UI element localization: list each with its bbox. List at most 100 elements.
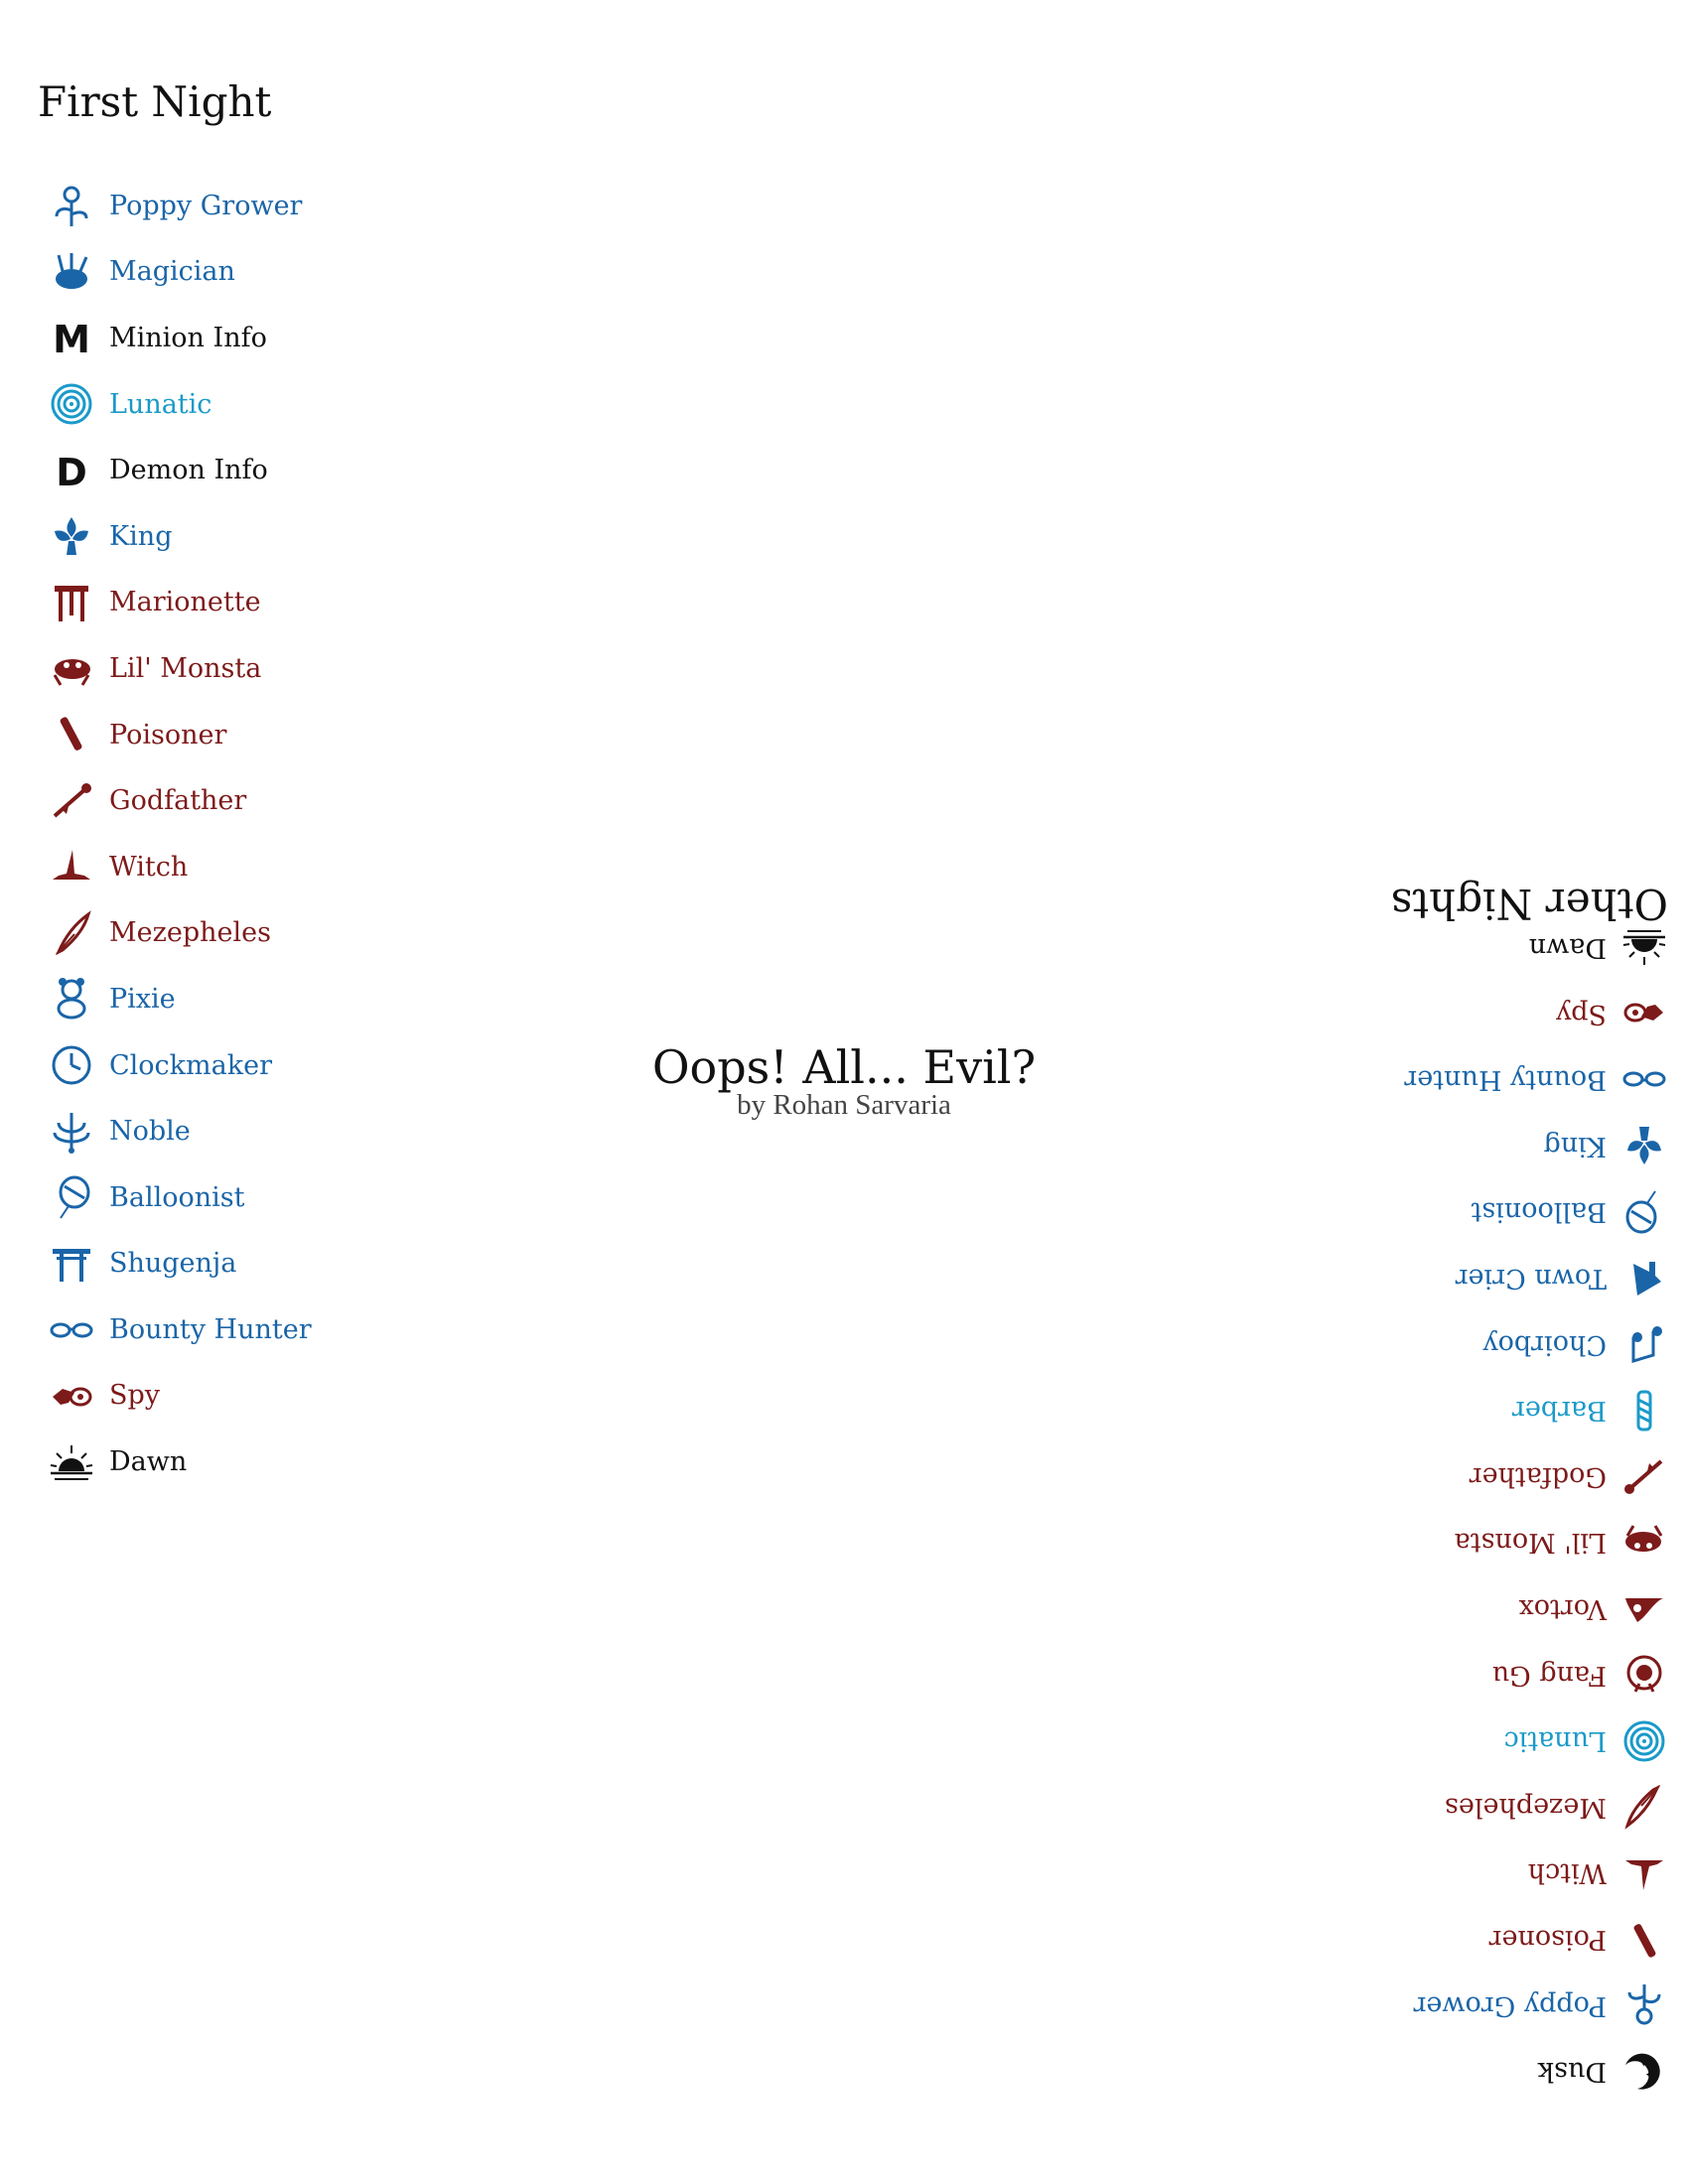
king-icon (48, 512, 95, 560)
fang-gu-icon (1620, 1651, 1668, 1699)
night-order-item: Barber (1404, 1377, 1668, 1443)
night-order-item: Vortox (1404, 1575, 1668, 1642)
dawn-icon (48, 1438, 95, 1486)
night-order-label: Noble (109, 1116, 191, 1148)
night-order-item: Poisoner (1404, 1906, 1668, 1973)
balloonist-icon (48, 1173, 95, 1221)
dawn-icon (1620, 924, 1668, 972)
other-nights-block: ✦ ✦ Dusk Poppy Grower Poisoner Witch Mezephеle… (1192, 814, 1668, 2105)
night-order-item: Mezepheles (48, 900, 312, 967)
night-order-item: Poppy Grower (1404, 1973, 1668, 2039)
king-icon (1620, 1122, 1668, 1169)
spy-icon (48, 1372, 95, 1420)
vortox-icon (1620, 1585, 1668, 1633)
svg-text:✦: ✦ (1645, 2068, 1653, 2079)
night-order-label: Lil' Monsta (1454, 1527, 1607, 1559)
night-order-label: Marionette (109, 587, 261, 618)
night-order-label: Poisoner (1488, 1924, 1607, 1956)
night-order-item: Clockmaker (48, 1032, 312, 1099)
witch-icon (1620, 1849, 1668, 1897)
mezepheles-icon (1620, 1783, 1668, 1831)
night-order-label: Bounty Hunter (109, 1313, 312, 1345)
pixie-icon (48, 975, 95, 1023)
night-order-label: Mezephеles (1445, 1791, 1607, 1823)
night-order-item: Balloonist (48, 1164, 312, 1231)
night-order-item: Bounty Hunter (1404, 1047, 1668, 1114)
night-order-item: Lil' Monsta (1404, 1510, 1668, 1576)
night-order-item: Choirboy (1404, 1311, 1668, 1378)
night-order-item: Godfather (48, 767, 312, 834)
barber-icon (1620, 1387, 1668, 1434)
night-order-item: Witch (48, 834, 312, 900)
first-night-title: First Night (38, 77, 272, 126)
marionette-icon (48, 579, 95, 626)
minion-info-icon: M (48, 314, 95, 361)
night-order-item: D Demon Info (48, 437, 312, 503)
other-nights-list: ✦ ✦ Dusk Poppy Grower Poisoner Witch Mezephеle… (1404, 914, 1668, 2105)
poisoner-icon (48, 711, 95, 758)
night-order-item: Spy (48, 1363, 312, 1430)
night-order-label: Lil' Monsta (109, 652, 262, 684)
night-order-label: Poppy Grower (109, 190, 303, 221)
script-author: by Rohan Sarvaria (737, 1089, 951, 1121)
night-order-item: Marionette (48, 570, 312, 636)
night-order-item: Bounty Hunter (48, 1297, 312, 1363)
night-order-label: Demon Info (109, 455, 268, 486)
bounty-hunter-icon (1620, 1056, 1668, 1104)
night-order-item: Poisoner (48, 702, 312, 768)
night-order-label: Witch (109, 851, 189, 883)
night-order-label: Clockmaker (109, 1049, 272, 1081)
first-night-list: Poppy Grower Magician M Minion Info Lunatic D… (48, 173, 312, 1495)
night-order-label: Spy (109, 1380, 161, 1412)
night-order-item: Spy (1404, 981, 1668, 1047)
lunatic-icon (48, 380, 95, 428)
night-order-label: Poppy Grower (1413, 1989, 1607, 2021)
night-order-item: Lunatic (48, 371, 312, 438)
lil-monsta-icon (1620, 1519, 1668, 1567)
night-order-label: Balloonist (109, 1181, 245, 1213)
night-order-label: Dusk (1537, 2056, 1607, 2088)
godfather-icon (48, 777, 95, 825)
night-order-label: Spy (1555, 998, 1607, 1029)
night-order-label: King (1543, 1130, 1607, 1161)
night-order-label: Lunatic (109, 388, 212, 420)
spy-icon (1620, 990, 1668, 1037)
witch-icon (48, 843, 95, 890)
night-order-label: Godfather (109, 785, 247, 817)
night-order-item: Lil' Monsta (48, 635, 312, 702)
night-order-label: Barber (1511, 1395, 1607, 1427)
script-name: Oops! All... Evil? (651, 1040, 1037, 1094)
clockmaker-icon (48, 1041, 95, 1089)
noble-icon (48, 1108, 95, 1156)
night-order-label: Dawn (1528, 932, 1607, 964)
night-order-item: King (48, 503, 312, 570)
night-order-item: ✦ ✦ Dusk (1404, 2038, 1668, 2105)
svg-text:M: M (53, 318, 90, 360)
night-order-item: Mezephеles (1404, 1774, 1668, 1841)
lil-monsta-icon (48, 644, 95, 692)
demon-info-icon: D (48, 447, 95, 494)
night-order-item: Dawn (48, 1429, 312, 1495)
night-order-label: Dawn (109, 1446, 188, 1478)
night-order-label: Fang Gu (1491, 1659, 1607, 1691)
night-order-label: Lunatic (1503, 1725, 1607, 1757)
mezepheles-icon (48, 909, 95, 957)
night-order-item: Fang Gu (1404, 1642, 1668, 1708)
svg-text:D: D (56, 451, 87, 493)
script-title-block: Oops! All... Evil? by Rohan Sarvaria (596, 1044, 1092, 1120)
night-order-label: Choirboy (1482, 1328, 1607, 1360)
night-order-item: Shugenja (48, 1231, 312, 1297)
night-order-label: Bounty Hunter (1404, 1064, 1607, 1096)
night-order-label: Town Crier (1455, 1263, 1607, 1295)
other-nights-title: Other Nights (1390, 880, 1668, 928)
night-order-item: Poppy Grower (48, 173, 312, 239)
night-order-label: Pixie (109, 983, 176, 1015)
night-order-label: Vortox (1518, 1593, 1607, 1625)
poisoner-icon (1620, 1916, 1668, 1964)
poppy-grower-icon (48, 182, 95, 229)
night-order-item: Balloonist (1404, 1179, 1668, 1246)
godfather-icon (1620, 1452, 1668, 1500)
night-order-item: Magician (48, 239, 312, 306)
night-order-label: Mezepheles (109, 917, 271, 949)
balloonist-icon (1620, 1188, 1668, 1236)
